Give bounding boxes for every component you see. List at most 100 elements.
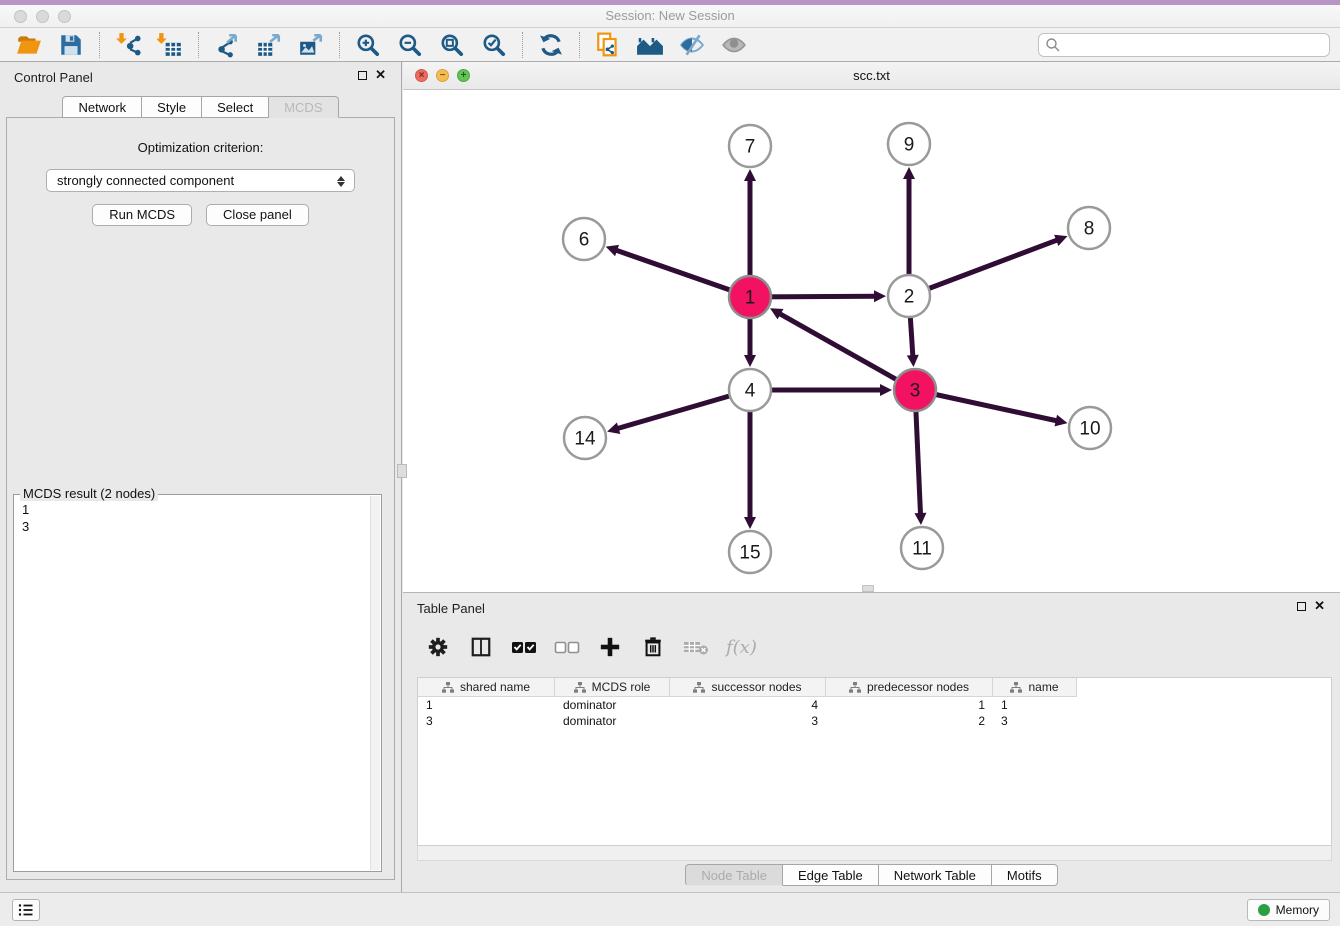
import-table-icon[interactable]	[155, 30, 185, 60]
graph-node-7[interactable]: 7	[729, 125, 771, 167]
import-network-icon[interactable]	[113, 30, 143, 60]
graph-node-4[interactable]: 4	[729, 369, 771, 411]
graph-edge-arrowhead	[880, 384, 892, 396]
show-column-icon[interactable]	[468, 634, 494, 660]
zoom-out-icon[interactable]	[395, 30, 425, 60]
column-header-name[interactable]: name	[993, 678, 1077, 697]
optimization-criterion-select[interactable]: strongly connected component	[46, 169, 355, 192]
table-cell[interactable]: 3	[418, 713, 555, 729]
tab-node-table[interactable]: Node Table	[685, 864, 783, 886]
svg-text:7: 7	[745, 137, 756, 158]
table-cell[interactable]: 1	[418, 697, 555, 713]
network-graph: 7 9 6 8 1 2 4 3 14 10 15 11	[403, 90, 1338, 592]
graph-node-11[interactable]: 11	[901, 527, 943, 569]
column-header-shared-name[interactable]: shared name	[418, 678, 555, 697]
float-panel-icon[interactable]	[358, 71, 367, 80]
table-cell[interactable]: 3	[670, 713, 826, 729]
column-header-MCDS-role[interactable]: MCDS role	[555, 678, 670, 697]
graph-node-8[interactable]: 8	[1068, 207, 1110, 249]
table-cell[interactable]: 2	[826, 713, 993, 729]
table-row[interactable]: 3dominator323	[418, 713, 1331, 729]
close-panel-icon[interactable]: ✕	[375, 67, 386, 83]
graph-edge-arrowhead	[874, 290, 886, 302]
task-history-button[interactable]	[12, 899, 40, 921]
table-cell[interactable]: 1	[993, 697, 1077, 713]
delete-column-icon[interactable]	[640, 634, 666, 660]
mcds-result-text[interactable]: 1 3	[14, 497, 369, 871]
svg-text:14: 14	[574, 429, 596, 450]
table-cell[interactable]: 4	[670, 697, 826, 713]
tab-network[interactable]: Network	[62, 96, 142, 118]
network-canvas[interactable]: 7 9 6 8 1 2 4 3 14 10 15 11	[403, 90, 1340, 592]
table-row[interactable]: 1dominator411	[418, 697, 1331, 713]
tab-style[interactable]: Style	[142, 96, 202, 118]
horizontal-splitter-grip[interactable]	[862, 585, 874, 592]
save-session-icon[interactable]	[56, 30, 86, 60]
network-overview-icon[interactable]	[593, 30, 623, 60]
column-header-predecessor-nodes[interactable]: predecessor nodes	[826, 678, 993, 697]
tab-select[interactable]: Select	[202, 96, 269, 118]
hide-details-icon[interactable]	[677, 30, 707, 60]
network-window-titlebar[interactable]: × − + scc.txt	[403, 62, 1340, 90]
export-image-icon[interactable]	[296, 30, 326, 60]
export-network-icon[interactable]	[212, 30, 242, 60]
run-mcds-button[interactable]: Run MCDS	[92, 204, 192, 226]
mcds-result-box: MCDS result (2 nodes) 1 3	[13, 494, 382, 872]
toolbar-separator	[339, 32, 340, 58]
delete-table-icon[interactable]	[683, 634, 709, 660]
result-scrollbar[interactable]	[370, 496, 380, 870]
graph-node-1[interactable]: 1	[729, 276, 771, 318]
export-table-icon[interactable]	[254, 30, 284, 60]
column-header-label: name	[1028, 680, 1058, 694]
svg-text:8: 8	[1084, 219, 1095, 240]
graph-node-10[interactable]: 10	[1069, 407, 1111, 449]
memory-label: Memory	[1276, 903, 1319, 917]
add-column-icon[interactable]	[597, 634, 623, 660]
home-neighbors-icon[interactable]	[635, 30, 665, 60]
graph-edge-3-1[interactable]	[779, 313, 915, 390]
graph-node-2[interactable]: 2	[888, 275, 930, 317]
graph-node-3[interactable]: 3	[894, 369, 936, 411]
window-title: Session: New Session	[0, 5, 1340, 27]
table-cell[interactable]: dominator	[555, 697, 670, 713]
toolbar-separator	[99, 32, 100, 58]
search-input[interactable]	[1061, 35, 1323, 55]
tab-edge-table[interactable]: Edge Table	[783, 864, 879, 886]
column-type-icon	[849, 682, 861, 693]
close-table-panel-icon[interactable]: ✕	[1314, 598, 1325, 614]
tab-network-table[interactable]: Network Table	[879, 864, 992, 886]
zoom-fit-icon[interactable]	[437, 30, 467, 60]
birdseye-icon[interactable]	[719, 30, 749, 60]
graph-edge-arrowhead	[606, 245, 619, 256]
vertical-splitter-grip[interactable]	[397, 464, 407, 478]
table-cell[interactable]: 3	[993, 713, 1077, 729]
memory-button[interactable]: Memory	[1247, 899, 1330, 921]
control-panel-title: Control Panel	[14, 70, 93, 85]
network-view-window: × − + scc.txt 7 9 6 8 1 2 4 3 14 10 15 11	[403, 62, 1340, 592]
close-panel-button[interactable]: Close panel	[206, 204, 309, 226]
tab-motifs[interactable]: Motifs	[992, 864, 1058, 886]
table-cell[interactable]: dominator	[555, 713, 670, 729]
float-table-panel-icon[interactable]	[1297, 602, 1306, 611]
open-session-icon[interactable]	[14, 30, 44, 60]
graph-edge-arrowhead	[744, 169, 756, 181]
tab-mcds[interactable]: MCDS	[269, 96, 338, 118]
function-builder-icon[interactable]: f(x)	[726, 634, 757, 660]
graph-edge-2-8[interactable]	[909, 240, 1058, 296]
column-header-label: MCDS role	[592, 680, 651, 694]
column-header-successor-nodes[interactable]: successor nodes	[670, 678, 826, 697]
svg-text:2: 2	[904, 287, 915, 308]
apply-layout-icon[interactable]	[536, 30, 566, 60]
graph-node-14[interactable]: 14	[564, 417, 606, 459]
table-scrollbar[interactable]	[417, 846, 1332, 861]
zoom-selected-icon[interactable]	[479, 30, 509, 60]
graph-node-9[interactable]: 9	[888, 123, 930, 165]
table-cell[interactable]: 1	[826, 697, 993, 713]
deselect-all-checks-icon[interactable]	[554, 634, 580, 660]
select-all-checks-icon[interactable]	[511, 634, 537, 660]
graph-node-6[interactable]: 6	[563, 218, 605, 260]
zoom-in-icon[interactable]	[353, 30, 383, 60]
graph-node-15[interactable]: 15	[729, 531, 771, 573]
settings-gear-icon[interactable]	[425, 634, 451, 660]
table-panel: Table Panel ✕ f(x) shared nameMCDS roles	[403, 592, 1340, 892]
